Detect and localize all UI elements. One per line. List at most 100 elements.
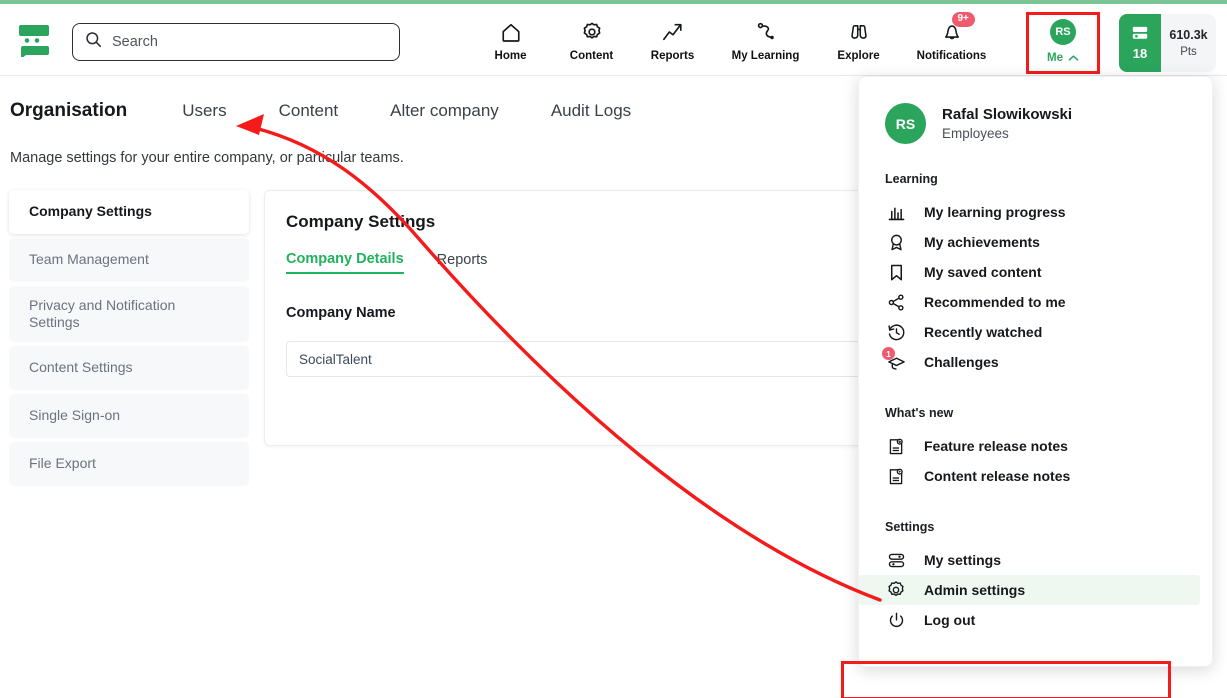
menu-item-label: My learning progress	[924, 204, 1066, 220]
app-root: Search Home Content Reports My Learning …	[0, 0, 1227, 698]
document-play-icon	[885, 465, 907, 487]
nav-item-home[interactable]: Home	[470, 14, 551, 62]
sidebar-item-label: Team Management	[29, 251, 149, 268]
card-title: Company Settings	[286, 212, 436, 231]
menu-item-challenges[interactable]: 1 Challenges	[859, 347, 1200, 377]
menu-item-label: Log out	[924, 612, 976, 628]
learning-path-icon	[754, 19, 778, 45]
menu-item-recently-watched[interactable]: Recently watched	[859, 317, 1200, 347]
points-value: 610.3k	[1169, 28, 1208, 42]
main-nav: Home Content Reports My Learning Explore…	[470, 12, 1004, 62]
menu-item-label: Content release notes	[924, 468, 1071, 484]
me-menu-button[interactable]: RS Me	[1026, 12, 1100, 74]
nav-label-content: Content	[569, 50, 614, 62]
sidebar-item-label: File Export	[29, 455, 96, 472]
nav-item-explore[interactable]: Explore	[818, 14, 899, 62]
menu-item-my-settings[interactable]: My settings	[859, 545, 1200, 575]
user-role: Employees	[942, 126, 1009, 141]
menu-item-log-out[interactable]: Log out	[859, 605, 1200, 635]
card-tab-bar: Company Details Reports	[286, 251, 487, 274]
binoculars-icon	[847, 19, 871, 45]
search-input[interactable]: Search	[72, 23, 400, 61]
nav-label-reports: Reports	[650, 50, 695, 62]
menu-item-label: Feature release notes	[924, 438, 1068, 454]
menu-item-feature-release-notes[interactable]: Feature release notes	[859, 431, 1200, 461]
nav-item-my-learning[interactable]: My Learning	[713, 14, 818, 62]
socialtalent-logo[interactable]	[12, 18, 56, 62]
power-icon	[885, 609, 907, 631]
menu-item-recommended-to-me[interactable]: Recommended to me	[859, 287, 1200, 317]
award-medal-icon	[885, 231, 907, 253]
section-title-whats-new: What's new	[885, 406, 954, 420]
tab-reports[interactable]: Reports	[437, 252, 488, 273]
sidebar-item-label: Content Settings	[29, 359, 133, 376]
page-tab-content[interactable]: Content	[279, 101, 339, 121]
page-tab-audit-logs[interactable]: Audit Logs	[551, 101, 631, 121]
sidebar-item-label: Single Sign-on	[29, 407, 121, 424]
section-title-settings: Settings	[885, 520, 935, 534]
menu-item-label: Admin settings	[924, 582, 1026, 598]
home-icon	[500, 19, 522, 45]
gear-content-icon	[581, 19, 603, 45]
page-subtitle: Manage settings for your entire company,…	[10, 150, 404, 166]
menu-item-my-saved-content[interactable]: My saved content	[859, 257, 1200, 287]
sidebar-item-single-sign-on[interactable]: Single Sign-on	[9, 394, 249, 438]
gear-icon	[885, 579, 907, 601]
bar-chart-icon	[885, 201, 907, 223]
points-unit: Pts	[1180, 46, 1197, 58]
sidebar-item-file-export[interactable]: File Export	[9, 442, 249, 486]
sliders-icon	[885, 549, 907, 571]
bookmark-icon	[885, 261, 907, 283]
sidebar-item-label: Company Settings	[29, 203, 152, 220]
menu-item-label: Challenges	[924, 354, 999, 370]
nav-item-notifications[interactable]: 9+ Notifications	[899, 12, 1004, 62]
history-clock-icon	[885, 321, 907, 343]
sidebar-item-label: Privacy and Notification Settings	[29, 296, 176, 331]
avatar: RS	[1050, 19, 1076, 45]
nav-item-reports[interactable]: Reports	[632, 14, 713, 62]
menu-item-my-learning-progress[interactable]: My learning progress	[859, 197, 1200, 227]
top-header: Search Home Content Reports My Learning …	[0, 4, 1227, 76]
challenges-badge: 1	[882, 347, 895, 360]
document-star-icon	[885, 435, 907, 457]
nav-label-home: Home	[494, 50, 527, 62]
sidebar-item-team-management[interactable]: Team Management	[9, 238, 249, 282]
page-title: Organisation	[10, 100, 128, 121]
trending-arrow-icon	[661, 19, 685, 45]
me-label: Me	[1047, 52, 1063, 64]
chevron-up-icon	[1068, 49, 1079, 67]
menu-item-label: Recommended to me	[924, 294, 1066, 310]
page-tab-alter-company[interactable]: Alter company	[390, 101, 499, 121]
menu-item-label: Recently watched	[924, 324, 1043, 340]
nav-item-content[interactable]: Content	[551, 14, 632, 62]
menu-item-label: My settings	[924, 552, 1002, 568]
menu-item-admin-settings[interactable]: Admin settings	[859, 575, 1200, 605]
search-icon	[85, 31, 102, 53]
page-tab-users[interactable]: Users	[182, 101, 226, 121]
sidebar-item-company-settings[interactable]: Company Settings	[9, 190, 249, 234]
points-widget[interactable]: 18 610.3k Pts	[1119, 14, 1216, 72]
company-name-value: SocialTalent	[299, 351, 372, 367]
menu-item-label: My achievements	[924, 234, 1040, 250]
sidebar-item-content-settings[interactable]: Content Settings	[9, 346, 249, 390]
admin-settings-annotation-box	[841, 661, 1171, 698]
points-level: 18	[1132, 45, 1148, 61]
search-placeholder: Search	[112, 34, 158, 50]
nav-label-explore: Explore	[837, 50, 880, 62]
settings-sidebar: Company Settings Team Management Privacy…	[9, 190, 249, 490]
me-dropdown-panel: RS Rafal Slowikowski Employees Learning …	[841, 76, 1213, 698]
nav-label-my-learning: My Learning	[731, 50, 800, 62]
menu-item-label: My saved content	[924, 264, 1042, 280]
tab-company-details[interactable]: Company Details	[286, 251, 404, 274]
company-name-label: Company Name	[286, 305, 396, 321]
menu-item-content-release-notes[interactable]: Content release notes	[859, 461, 1200, 491]
graduation-cap-icon: 1	[882, 347, 907, 373]
dropdown-user-header[interactable]: RS Rafal Slowikowski Employees	[859, 77, 1212, 144]
user-name: Rafal Slowikowski	[942, 106, 1073, 123]
section-title-learning: Learning	[885, 172, 938, 186]
sidebar-item-privacy-notification-settings[interactable]: Privacy and Notification Settings	[9, 286, 249, 342]
avatar: RS	[885, 103, 926, 144]
menu-item-my-achievements[interactable]: My achievements	[859, 227, 1200, 257]
points-level-badge: 18	[1119, 14, 1161, 72]
nav-label-notifications: Notifications	[916, 50, 987, 62]
